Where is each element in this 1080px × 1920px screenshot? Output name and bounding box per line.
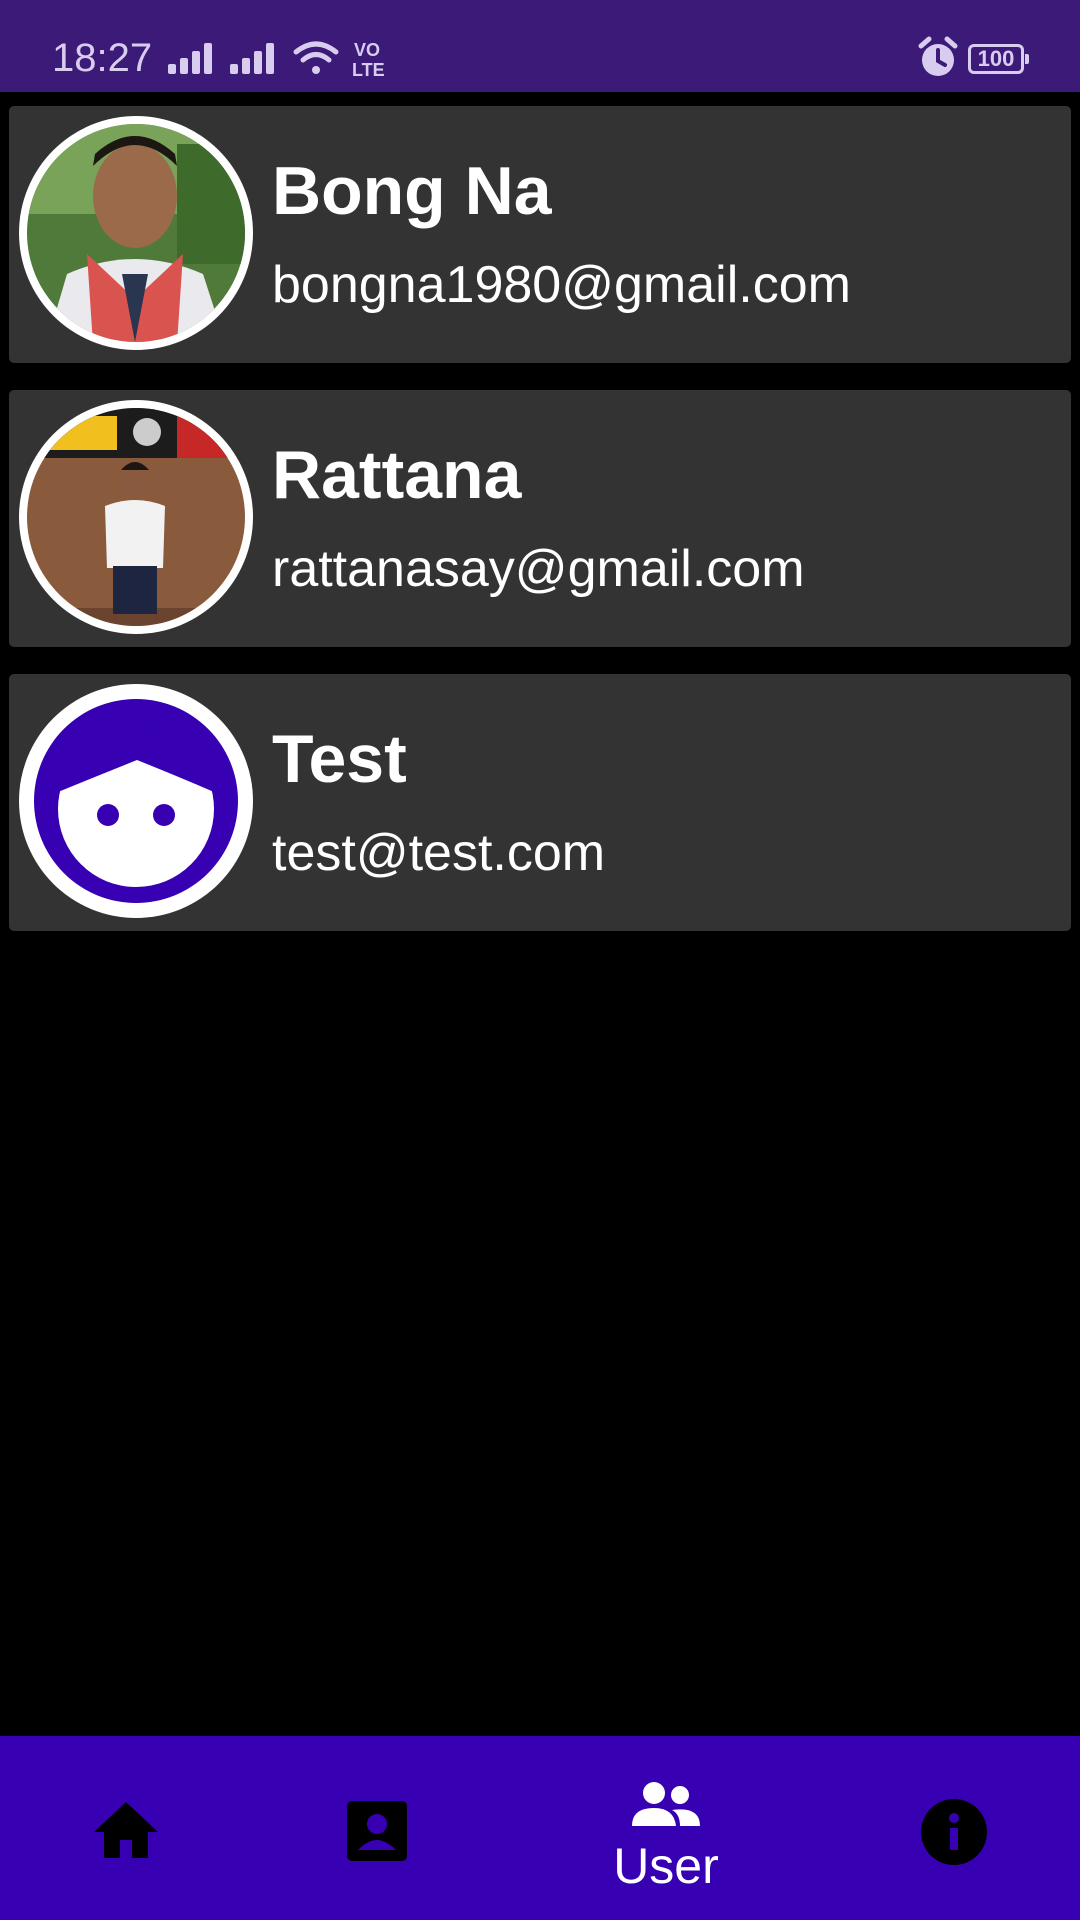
- bottom-navigation: User: [0, 1736, 1080, 1920]
- volte-icon: VO LTE: [352, 40, 385, 80]
- avatar-photo: [27, 124, 245, 342]
- contact-icon: [347, 1801, 407, 1861]
- user-email: rattanasay@gmail.com: [272, 540, 805, 598]
- signal-icon: [168, 43, 212, 74]
- user-avatar: [19, 400, 253, 634]
- alarm-icon: [918, 36, 958, 76]
- nav-item-user[interactable]: User: [536, 1736, 796, 1920]
- user-card[interactable]: Test test@test.com: [9, 674, 1071, 931]
- user-card[interactable]: Rattana rattanasay@gmail.com: [9, 390, 1071, 647]
- user-name: Bong Na: [272, 153, 552, 229]
- user-card[interactable]: Bong Na bongna1980@gmail.com: [9, 106, 1071, 363]
- home-icon: [94, 1802, 158, 1858]
- nav-item-contact[interactable]: [247, 1736, 507, 1920]
- default-face-icon: [34, 699, 238, 903]
- avatar-photo: [27, 408, 245, 626]
- svg-text:LTE: LTE: [352, 60, 385, 80]
- users-icon: [632, 1782, 700, 1826]
- user-email: bongna1980@gmail.com: [272, 256, 851, 314]
- user-avatar: [19, 684, 253, 918]
- user-name: Test: [272, 721, 407, 797]
- battery-indicator: 100: [968, 44, 1029, 74]
- wifi-icon: [293, 41, 339, 74]
- status-time: 18:27: [52, 36, 153, 80]
- status-bar: 18:27 VO LTE 100: [0, 0, 1080, 92]
- nav-label-user: User: [613, 1838, 719, 1894]
- nav-item-home[interactable]: [0, 1736, 260, 1920]
- nav-item-info[interactable]: [824, 1736, 1080, 1920]
- signal-icon: [230, 43, 274, 74]
- svg-text:VO: VO: [354, 40, 380, 60]
- user-email: test@test.com: [272, 824, 606, 882]
- user-name: Rattana: [272, 437, 522, 513]
- user-avatar: [19, 116, 253, 350]
- info-icon: [921, 1799, 987, 1865]
- network-status-icons: VO LTE: [168, 40, 385, 80]
